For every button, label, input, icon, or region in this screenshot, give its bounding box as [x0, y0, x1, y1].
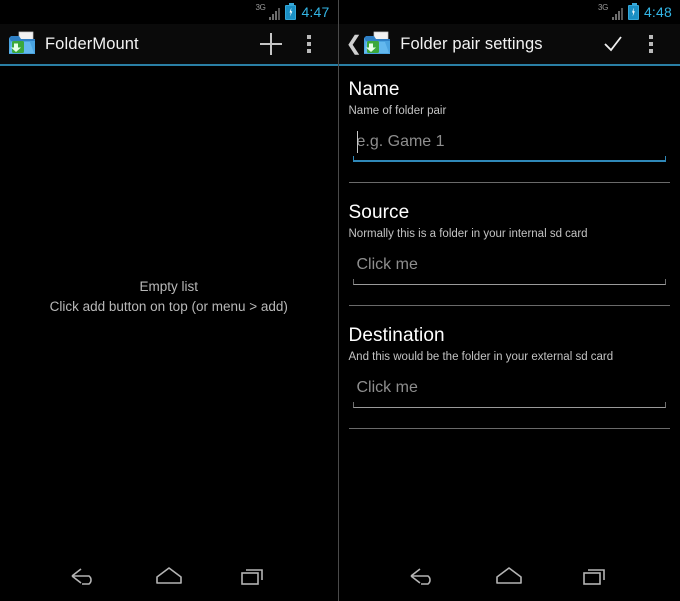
action-bar-right: ❮ Folder pair settings	[338, 23, 680, 66]
back-nav-button[interactable]	[58, 556, 110, 596]
back-nav-icon	[71, 568, 92, 585]
signal-bars-icon: 3G	[255, 3, 281, 20]
section-title: Name	[348, 79, 400, 100]
right-screen: 3G 4:48 ❮ Folder pair settings Name Name…	[337, 0, 680, 601]
empty-state: Empty list Click add button on top (or m…	[0, 66, 338, 551]
destination-input-placeholder: Click me	[356, 379, 418, 396]
left-screen: 3G 4:47 FolderMount Empty list Click add…	[0, 0, 338, 601]
home-nav-icon	[155, 567, 182, 584]
home-nav-icon	[496, 567, 523, 584]
nav-bar-left	[0, 551, 338, 601]
section-divider	[348, 182, 670, 183]
back-chevron-icon[interactable]: ❮	[346, 34, 363, 54]
section-divider	[348, 305, 670, 306]
action-bar-left: FolderMount	[0, 24, 338, 66]
settings-content: Name Name of folder pair e.g. Game 1 Sou…	[338, 66, 680, 551]
back-nav-button[interactable]	[397, 556, 449, 596]
recents-nav-button[interactable]	[227, 556, 279, 596]
status-clock: 4:47	[301, 4, 330, 20]
network-type-label: 3G	[597, 3, 609, 12]
home-nav-button[interactable]	[483, 556, 535, 596]
dual-screenshot-container: 3G 4:47 FolderMount Empty list Click add…	[0, 0, 680, 601]
empty-state-hint: Click add button on top (or menu > add)	[49, 298, 288, 314]
overflow-menu-icon	[649, 35, 653, 53]
recents-nav-button[interactable]	[569, 556, 621, 596]
recents-nav-icon	[583, 569, 605, 585]
section-subtitle: Name of folder pair	[348, 105, 447, 117]
recents-nav-icon	[241, 569, 264, 585]
empty-state-title: Empty list	[139, 278, 198, 294]
list-content-left: Empty list Click add button on top (or m…	[0, 66, 338, 551]
folder-download-icon	[8, 30, 38, 58]
section-destination: Destination And this would be the folder…	[349, 324, 671, 408]
add-button[interactable]	[252, 23, 290, 65]
app-title: FolderMount	[45, 34, 139, 53]
overflow-menu-button[interactable]	[290, 23, 328, 65]
signal-bars-icon: 3G	[598, 4, 623, 20]
section-source: Source Normally this is a folder in your…	[349, 201, 671, 285]
status-bar-left: 3G 4:47	[0, 0, 338, 24]
section-name: Name Name of folder pair e.g. Game 1	[349, 78, 671, 162]
section-title: Source	[348, 202, 410, 223]
text-caret	[356, 131, 358, 153]
overflow-menu-button[interactable]	[632, 23, 670, 65]
page-title: Folder pair settings	[400, 34, 543, 53]
name-input-placeholder: e.g. Game 1	[356, 133, 445, 150]
network-type-label: 3G	[255, 3, 266, 12]
battery-charging-icon	[285, 2, 297, 20]
nav-bar-right	[338, 551, 680, 601]
name-input[interactable]: e.g. Game 1	[352, 128, 671, 162]
source-input[interactable]: Click me	[352, 251, 671, 285]
section-title: Destination	[348, 325, 445, 346]
destination-input[interactable]: Click me	[352, 374, 671, 408]
confirm-button[interactable]	[594, 23, 632, 65]
status-clock: 4:48	[643, 4, 672, 20]
section-subtitle: Normally this is a folder in your intern…	[348, 228, 588, 240]
folder-pair-form: Name Name of folder pair e.g. Game 1 Sou…	[339, 66, 680, 429]
plus-icon	[259, 33, 282, 55]
checkmark-icon	[604, 36, 622, 52]
source-input-placeholder: Click me	[356, 256, 418, 273]
home-nav-button[interactable]	[143, 556, 195, 596]
battery-charging-icon	[627, 2, 639, 20]
status-bar-right: 3G 4:48	[338, 0, 680, 24]
back-nav-icon	[410, 568, 432, 585]
overflow-menu-icon	[306, 35, 311, 53]
section-divider	[348, 428, 670, 429]
folder-download-icon	[363, 30, 393, 58]
section-subtitle: And this would be the folder in your ext…	[348, 351, 614, 363]
